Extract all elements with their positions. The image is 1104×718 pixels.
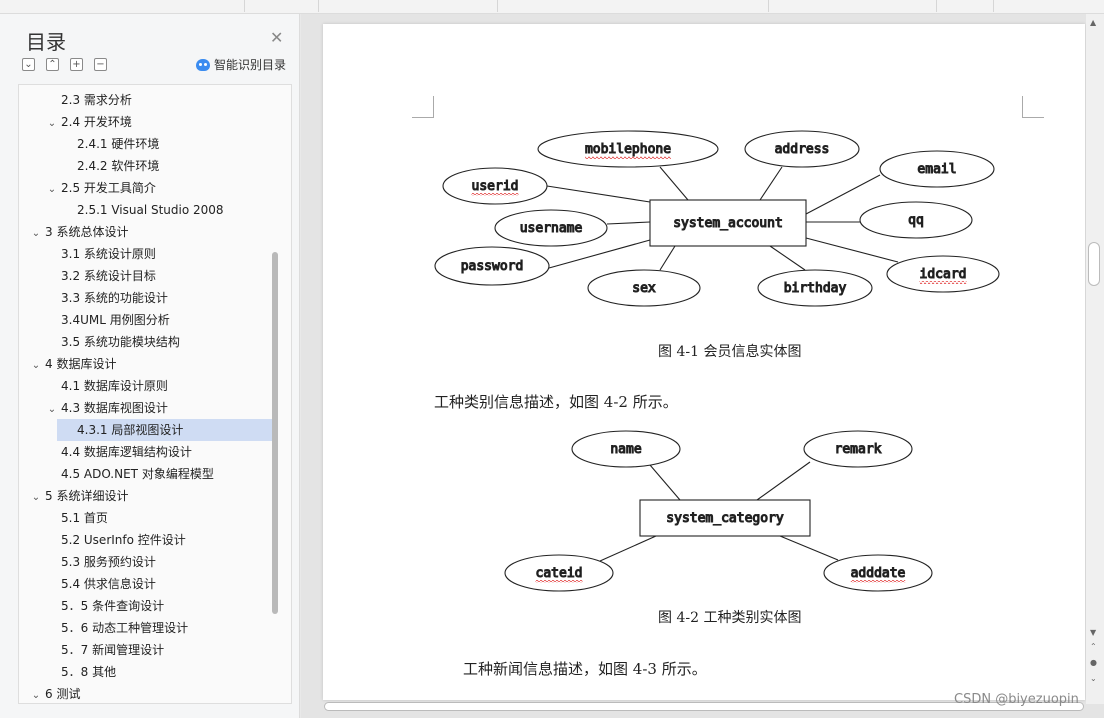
relation-line xyxy=(805,174,881,215)
er-diagrams: system_account mobilephone address email use… xyxy=(434,130,1000,592)
scroll-down-icon[interactable]: ▼ xyxy=(1090,628,1096,637)
attribute-label: qq xyxy=(908,213,924,228)
entity-name: system_category xyxy=(666,511,784,526)
attribute-label: sex xyxy=(632,281,656,296)
relation-line xyxy=(759,166,783,201)
spellcheck-underline xyxy=(585,156,671,159)
relation-line xyxy=(769,245,806,271)
attribute-label: username xyxy=(520,221,583,236)
scroll-up-icon[interactable]: ▲ xyxy=(1090,18,1096,27)
attribute-label: idcard xyxy=(920,267,967,282)
attribute-label: userid xyxy=(472,179,519,194)
relation-line xyxy=(756,461,811,501)
watermark: CSDN @biyezuopin xyxy=(954,692,1079,707)
relation-line xyxy=(606,221,651,225)
attribute-label: mobilephone xyxy=(585,142,671,157)
spellcheck-underline xyxy=(471,193,519,196)
next-page-icon[interactable]: ⌄ xyxy=(1090,674,1097,683)
relation-line xyxy=(805,237,899,263)
entity-name: system_account xyxy=(673,216,783,231)
spellcheck-underline xyxy=(850,580,906,583)
attribute-label: password xyxy=(461,259,524,274)
prev-page-icon[interactable]: ⌃ xyxy=(1090,642,1097,651)
figure-caption-2: 图 4-2 工种类别实体图 xyxy=(658,610,802,626)
relation-line xyxy=(546,185,651,203)
attribute-label: remark xyxy=(835,442,882,457)
attribute-label: cateid xyxy=(536,566,583,581)
vertical-scroll-thumb[interactable] xyxy=(1088,242,1100,286)
relation-line xyxy=(659,166,689,201)
attribute-label: birthday xyxy=(784,281,847,296)
spellcheck-underline xyxy=(535,580,583,583)
attribute-label: adddate xyxy=(851,566,906,581)
attribute-label: name xyxy=(610,442,641,457)
relation-line xyxy=(599,535,657,562)
vertical-scrollbar[interactable]: ▲ ▼ ⌃ ● ⌄ xyxy=(1086,14,1104,704)
attribute-label: email xyxy=(917,162,956,177)
page-dot-icon[interactable]: ● xyxy=(1090,658,1097,667)
relation-line xyxy=(649,464,681,501)
attribute-label: address xyxy=(775,142,830,157)
paragraph-2: 工种新闻信息描述，如图 4-3 所示。 xyxy=(463,660,707,678)
spellcheck-underline xyxy=(919,281,967,284)
figure-caption-1: 图 4-1 会员信息实体图 xyxy=(658,344,802,360)
relation-line xyxy=(659,245,676,271)
paragraph-1: 工种类别信息描述，如图 4-2 所示。 xyxy=(434,393,678,411)
relation-line xyxy=(779,535,839,561)
